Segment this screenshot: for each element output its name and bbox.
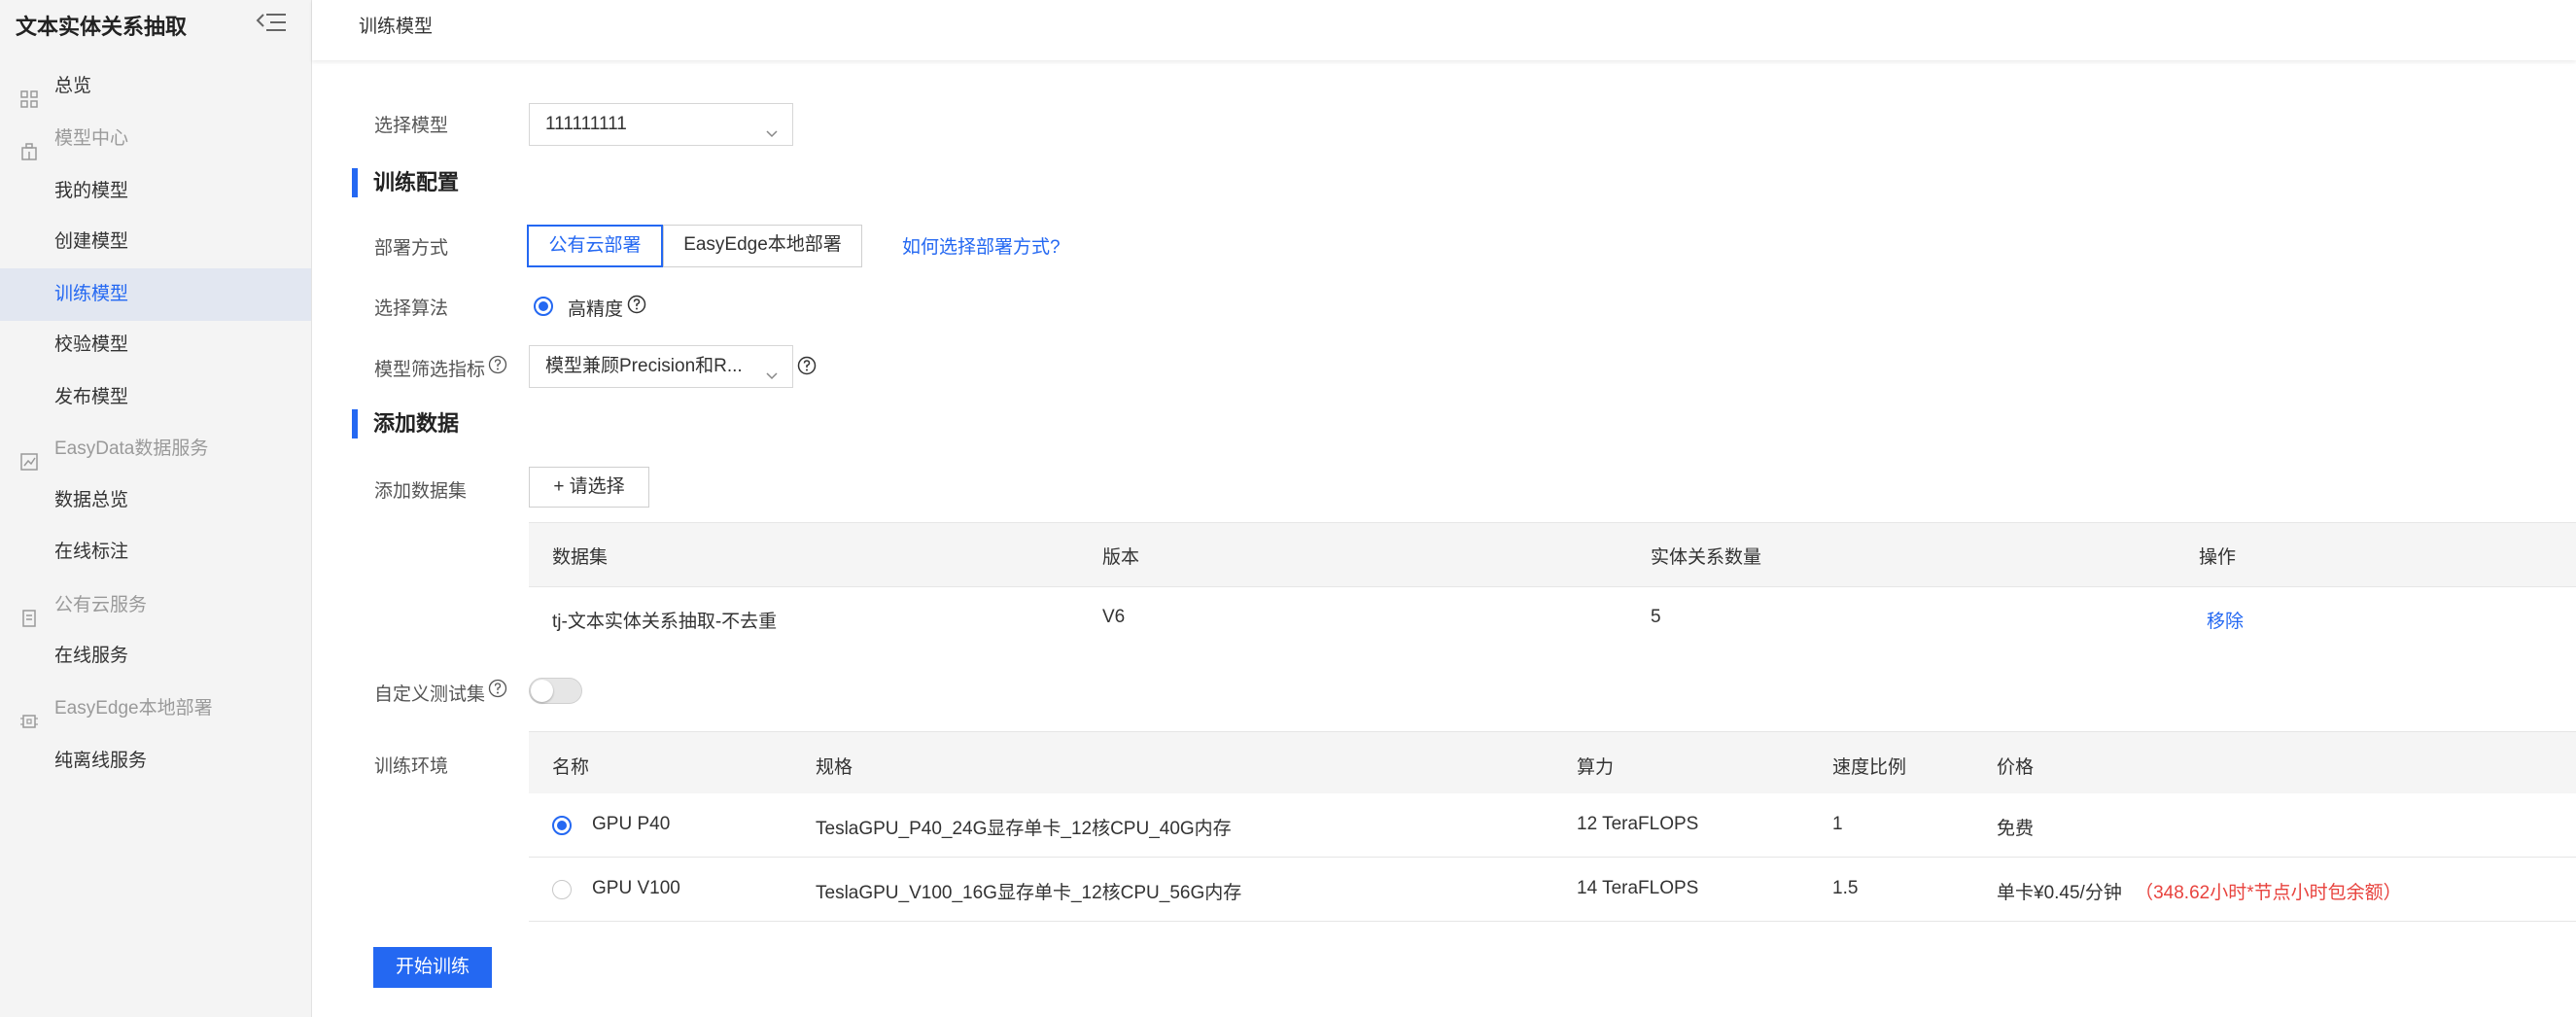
balance-note: （348.62小时*节点小时包余额） xyxy=(2135,883,2402,903)
start-training-button[interactable]: 开始训练 xyxy=(373,947,492,988)
deploy-option-easyedge[interactable]: EasyEdge本地部署 xyxy=(663,225,862,267)
env-price: 单卡¥0.45/分钟 （348.62小时*节点小时包余额） xyxy=(1997,878,2402,904)
table-header: 名称 规格 算力 速度比例 价格 xyxy=(529,732,2576,793)
section-add-data: 添加数据 xyxy=(352,409,459,438)
sidebar-group-label: EasyData数据服务 xyxy=(54,438,209,459)
env-speed: 1 xyxy=(1832,814,1843,834)
sidebar-group-label: 模型中心 xyxy=(54,128,129,149)
dataset-version: V6 xyxy=(1102,607,1126,627)
table-row[interactable]: GPU P40 TeslaGPU_P40_24G显存单卡_12核CPU_40G内… xyxy=(529,793,2576,858)
column-header: 实体关系数量 xyxy=(1651,547,1762,568)
env-speed: 1.5 xyxy=(1832,878,1859,898)
env-radio-gpu-p40[interactable] xyxy=(552,816,572,835)
collapse-menu-icon[interactable] xyxy=(255,10,288,35)
sidebar-item-data-overview[interactable]: 数据总览 xyxy=(0,474,311,527)
sidebar-group-model-center: 模型中心 xyxy=(0,113,311,165)
server-icon xyxy=(19,597,39,627)
chevron-down-icon xyxy=(765,115,779,138)
sidebar-item-my-models[interactable]: 我的模型 xyxy=(0,165,311,218)
model-select-value: 111111111 xyxy=(545,114,627,134)
relation-count: 5 xyxy=(1651,607,1661,627)
sidebar: 文本实体关系抽取 总览 模型中心 我的模型 创建模型 训练模型 校验模型 发布模… xyxy=(0,0,312,1017)
column-header: 版本 xyxy=(1102,547,1140,568)
env-price: 免费 xyxy=(1997,819,2035,839)
env-power: 14 TeraFLOPS xyxy=(1577,878,1699,898)
sidebar-item-label: 创建模型 xyxy=(54,231,129,252)
column-header: 规格 xyxy=(816,757,853,778)
metric-select-value: 模型兼顾Precision和R... xyxy=(545,356,743,376)
deploy-option-public-cloud[interactable]: 公有云部署 xyxy=(527,225,663,267)
dataset-table: 数据集 版本 实体关系数量 操作 tj-文本实体关系抽取-不去重 V6 5 移除 xyxy=(529,522,2576,649)
sidebar-group-label: EasyEdge本地部署 xyxy=(54,698,213,719)
question-circle-icon[interactable] xyxy=(488,355,507,374)
env-name: GPU P40 xyxy=(592,814,671,834)
chart-icon xyxy=(19,440,39,471)
env-name: GPU V100 xyxy=(592,878,680,898)
sidebar-item-validate-model[interactable]: 校验模型 xyxy=(0,319,311,371)
remove-link[interactable]: 移除 xyxy=(2207,607,2244,633)
deploy-label: 部署方式 xyxy=(374,238,449,259)
sidebar-item-train-model[interactable]: 训练模型 xyxy=(0,268,311,321)
sidebar-item-publish-model[interactable]: 发布模型 xyxy=(0,371,311,424)
sidebar-item-label: 校验模型 xyxy=(54,334,129,355)
algo-option-label: 高精度 xyxy=(568,299,624,320)
sidebar-item-offline-service[interactable]: 纯离线服务 xyxy=(0,735,311,788)
model-select[interactable]: 111111111 xyxy=(529,103,793,146)
grid-icon xyxy=(19,78,39,108)
env-power: 12 TeraFLOPS xyxy=(1577,814,1699,834)
question-circle-icon[interactable] xyxy=(627,295,646,314)
select-model-label: 选择模型 xyxy=(374,116,449,136)
column-header: 操作 xyxy=(2199,547,2237,568)
sidebar-item-label: 数据总览 xyxy=(54,490,129,510)
sidebar-item-label: 在线标注 xyxy=(54,542,129,562)
custom-test-toggle[interactable] xyxy=(529,678,582,704)
sidebar-item-label: 训练模型 xyxy=(54,284,129,304)
question-circle-icon[interactable] xyxy=(488,679,507,698)
sidebar-item-overview[interactable]: 总览 xyxy=(0,60,311,113)
question-circle-icon[interactable] xyxy=(797,356,817,375)
sidebar-item-online-annotation[interactable]: 在线标注 xyxy=(0,526,311,579)
building-icon xyxy=(19,130,39,160)
top-bar: 训练模型 xyxy=(312,0,2576,60)
column-header: 速度比例 xyxy=(1832,757,1907,778)
env-label: 训练环境 xyxy=(374,756,449,777)
table-row: tj-文本实体关系抽取-不去重 V6 5 移除 xyxy=(529,587,2576,649)
env-table: 名称 规格 算力 速度比例 价格 GPU P40 TeslaGPU_P40_24… xyxy=(529,731,2576,922)
algo-radio-high-precision[interactable] xyxy=(534,297,553,316)
column-header: 价格 xyxy=(1997,757,2035,778)
sidebar-item-label: 总览 xyxy=(54,76,92,96)
sidebar-item-label: 纯离线服务 xyxy=(54,751,148,771)
env-spec: TeslaGPU_V100_16G显存单卡_12核CPU_56G内存 xyxy=(816,883,1242,903)
add-dataset-button[interactable]: + 请选择 xyxy=(529,467,649,508)
sidebar-group-easydata: EasyData数据服务 xyxy=(0,423,311,475)
metric-select[interactable]: 模型兼顾Precision和R... xyxy=(529,345,793,388)
chip-icon xyxy=(19,700,39,728)
sidebar-item-create-model[interactable]: 创建模型 xyxy=(0,216,311,268)
algo-label: 选择算法 xyxy=(374,298,449,319)
column-header: 数据集 xyxy=(552,547,609,568)
sidebar-item-label: 在线服务 xyxy=(54,646,129,666)
chevron-down-icon xyxy=(765,357,779,380)
sidebar-item-online-service[interactable]: 在线服务 xyxy=(0,630,311,683)
sidebar-item-label: 发布模型 xyxy=(54,387,129,407)
sidebar-item-label: 我的模型 xyxy=(54,181,129,201)
env-radio-gpu-v100[interactable] xyxy=(552,880,572,899)
sidebar-group-label: 公有云服务 xyxy=(54,595,148,615)
column-header: 算力 xyxy=(1577,757,1615,778)
metric-label: 模型筛选指标 xyxy=(374,360,486,380)
sidebar-group-public-cloud: 公有云服务 xyxy=(0,579,311,632)
column-header: 名称 xyxy=(552,757,590,778)
env-price-value: 单卡¥0.45/分钟 xyxy=(1997,883,2122,903)
app-title: 文本实体关系抽取 xyxy=(16,15,188,39)
custom-test-label: 自定义测试集 xyxy=(374,684,486,705)
table-header: 数据集 版本 实体关系数量 操作 xyxy=(529,523,2576,587)
deploy-help-link[interactable]: 如何选择部署方式? xyxy=(902,232,1061,259)
sidebar-group-easyedge: EasyEdge本地部署 xyxy=(0,683,311,735)
dataset-name: tj-文本实体关系抽取-不去重 xyxy=(552,612,778,632)
page-title: 训练模型 xyxy=(359,17,434,37)
dataset-label: 添加数据集 xyxy=(374,481,468,502)
env-spec: TeslaGPU_P40_24G显存单卡_12核CPU_40G内存 xyxy=(816,819,1232,839)
table-row[interactable]: GPU V100 TeslaGPU_V100_16G显存单卡_12核CPU_56… xyxy=(529,858,2576,922)
section-train-config: 训练配置 xyxy=(352,168,459,197)
